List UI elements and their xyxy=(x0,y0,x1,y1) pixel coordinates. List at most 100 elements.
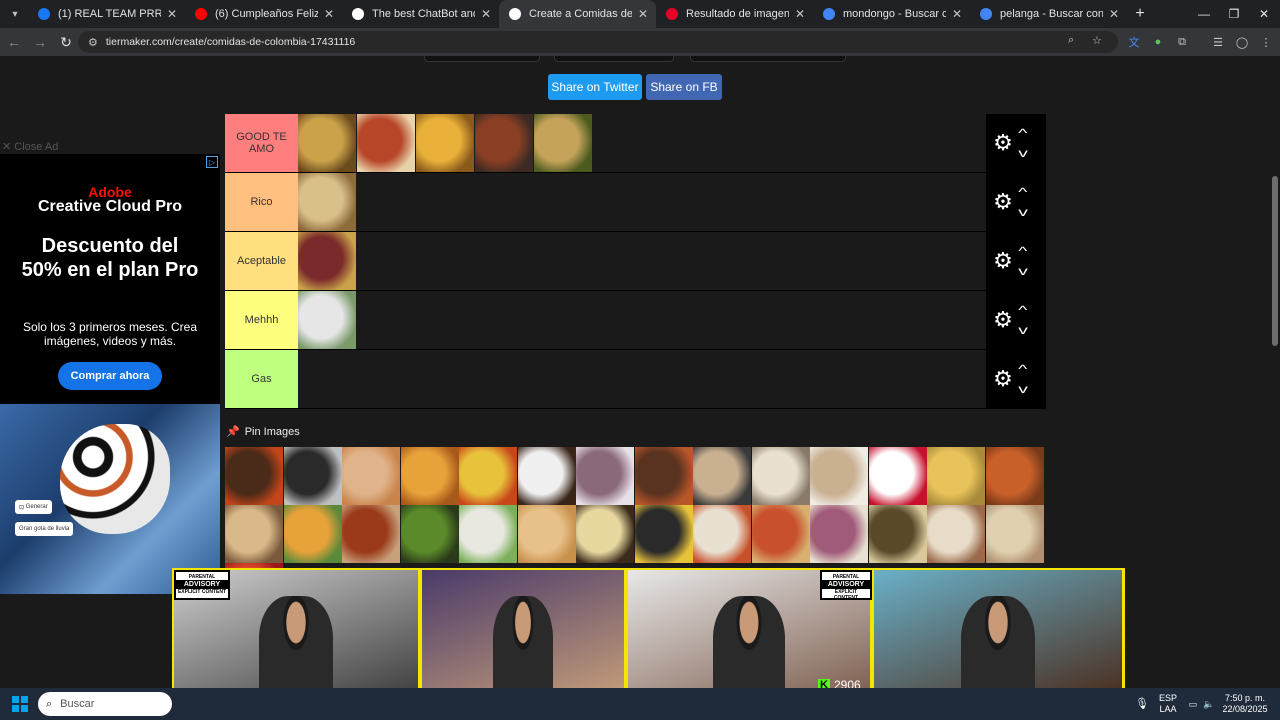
chevron-down-icon[interactable]: v xyxy=(1018,320,1028,340)
food-image[interactable] xyxy=(517,505,576,563)
gear-icon[interactable]: ⚙ xyxy=(988,307,1018,333)
food-image[interactable] xyxy=(534,114,592,172)
tier-items[interactable] xyxy=(298,173,986,231)
food-image[interactable] xyxy=(634,505,693,563)
food-image[interactable] xyxy=(693,505,751,563)
gear-icon[interactable]: ⚙ xyxy=(988,130,1018,156)
browser-tab[interactable]: (1) REAL TEAM PRRAS! | Facebo ✕ xyxy=(28,0,185,28)
ad-cta-button[interactable]: Comprar ahora xyxy=(58,362,162,390)
volume-icon[interactable]: 🔈 xyxy=(1202,688,1216,720)
chevron-up-icon[interactable]: ^ xyxy=(1018,300,1027,320)
adobe-ad[interactable]: ▷ Adobe Creative Cloud Pro Descuento del… xyxy=(0,154,220,594)
chevron-down-icon[interactable]: v xyxy=(1018,143,1028,163)
food-image[interactable] xyxy=(225,447,283,505)
chevron-up-icon[interactable]: ^ xyxy=(1018,359,1027,379)
browser-tab[interactable]: (6) Cumpleaños Feliz - Happy B ✕ xyxy=(185,0,342,28)
food-image[interactable] xyxy=(868,447,927,505)
food-image[interactable] xyxy=(400,447,459,505)
reload-button[interactable]: ↻ xyxy=(54,30,78,54)
tab-close-icon[interactable]: ✕ xyxy=(324,7,334,21)
minimize-button[interactable]: — xyxy=(1188,0,1220,28)
food-image[interactable] xyxy=(416,114,474,172)
tab-search-button[interactable]: ▾ xyxy=(2,3,28,25)
network-icon[interactable]: ▭ xyxy=(1186,688,1200,720)
gear-icon[interactable]: ⚙ xyxy=(988,366,1018,392)
food-image[interactable] xyxy=(298,114,356,172)
food-image[interactable] xyxy=(400,505,459,563)
browser-tab[interactable]: Create a Comidas de colombia ✕ xyxy=(499,0,656,28)
microphone-icon[interactable]: 🎙 xyxy=(1134,688,1150,720)
browser-tab[interactable]: Resultado de imagen de FRITA ✕ xyxy=(656,0,813,28)
food-image[interactable] xyxy=(868,505,927,563)
page-scrollbar[interactable] xyxy=(1270,56,1280,688)
food-image[interactable] xyxy=(810,505,868,563)
reading-list-icon[interactable]: ☰ xyxy=(1209,33,1227,51)
maximize-button[interactable]: ❐ xyxy=(1218,0,1250,28)
food-image[interactable] xyxy=(985,447,1044,505)
food-image[interactable] xyxy=(459,505,517,563)
language-indicator[interactable]: ESP LAA xyxy=(1154,688,1182,720)
gear-icon[interactable]: ⚙ xyxy=(988,189,1018,215)
address-bar[interactable]: ⚙ tiermaker.com/create/comidas-de-colomb… xyxy=(78,31,1118,53)
browser-menu-icon[interactable]: ⋮ xyxy=(1257,33,1275,51)
tier-items[interactable] xyxy=(298,291,986,349)
forward-button[interactable]: → xyxy=(28,30,52,54)
food-image[interactable] xyxy=(342,505,400,563)
food-image[interactable] xyxy=(751,505,810,563)
food-image[interactable] xyxy=(576,505,634,563)
food-image[interactable] xyxy=(927,505,985,563)
site-info-icon[interactable]: ⚙ xyxy=(88,36,98,49)
food-image[interactable] xyxy=(298,291,356,349)
profile-avatar-icon[interactable]: ◯ xyxy=(1233,33,1251,51)
tab-close-icon[interactable]: ✕ xyxy=(167,7,177,21)
browser-tab[interactable]: The best ChatBot and Widgets ✕ xyxy=(342,0,499,28)
food-image[interactable] xyxy=(298,173,356,231)
ad-choices-icon[interactable]: ▷ xyxy=(206,156,218,168)
share-twitter-button[interactable]: Share on Twitter xyxy=(548,74,642,100)
extension-green-icon[interactable]: ● xyxy=(1149,33,1167,51)
bookmark-star-icon[interactable]: ☆ xyxy=(1092,34,1102,47)
extensions-puzzle-icon[interactable]: ⧉ xyxy=(1173,33,1191,51)
food-image[interactable] xyxy=(283,505,342,563)
share-fb-button[interactable]: Share on FB xyxy=(646,74,722,100)
tab-close-icon[interactable]: ✕ xyxy=(795,7,805,21)
food-image[interactable] xyxy=(517,447,576,505)
food-image[interactable] xyxy=(475,114,533,172)
food-image[interactable] xyxy=(357,114,415,172)
food-image[interactable] xyxy=(342,447,400,505)
food-image[interactable] xyxy=(751,447,810,505)
scrollbar-thumb[interactable] xyxy=(1272,176,1278,346)
chevron-down-icon[interactable]: v xyxy=(1018,379,1028,399)
pin-images-header[interactable]: 📌 Pin Images xyxy=(226,425,300,439)
food-image[interactable] xyxy=(985,505,1044,563)
tier-label[interactable]: Gas xyxy=(225,350,298,408)
back-button[interactable]: ← xyxy=(2,30,26,54)
browser-tab[interactable]: pelanga - Buscar con Google ✕ xyxy=(970,0,1127,28)
gear-icon[interactable]: ⚙ xyxy=(988,248,1018,274)
chevron-down-icon[interactable]: v xyxy=(1018,202,1028,222)
tier-label[interactable]: GOOD TE AMO xyxy=(225,114,298,172)
windows-start-icon[interactable] xyxy=(12,696,28,712)
close-ad-button[interactable]: ✕ Close Ad xyxy=(2,140,58,153)
tab-close-icon[interactable]: ✕ xyxy=(638,7,648,21)
browser-tab[interactable]: mondongo - Buscar con Googl ✕ xyxy=(813,0,970,28)
tier-items[interactable] xyxy=(298,350,986,408)
chevron-up-icon[interactable]: ^ xyxy=(1018,182,1027,202)
tier-items[interactable] xyxy=(298,232,986,290)
tab-close-icon[interactable]: ✕ xyxy=(481,7,491,21)
taskbar-search[interactable]: ⌕ Buscar xyxy=(38,692,172,716)
food-image[interactable] xyxy=(283,447,342,505)
food-image[interactable] xyxy=(576,447,634,505)
translate-icon[interactable]: 文 xyxy=(1125,33,1143,51)
food-image[interactable] xyxy=(634,447,693,505)
tab-close-icon[interactable]: ✕ xyxy=(1109,7,1119,21)
chevron-down-icon[interactable]: v xyxy=(1018,261,1028,281)
chevron-up-icon[interactable]: ^ xyxy=(1018,123,1027,143)
food-image[interactable] xyxy=(298,232,356,290)
tier-label[interactable]: Mehhh xyxy=(225,291,298,349)
food-image[interactable] xyxy=(693,447,751,505)
tier-items[interactable] xyxy=(298,114,986,172)
food-image[interactable] xyxy=(927,447,985,505)
tab-close-icon[interactable]: ✕ xyxy=(952,7,962,21)
tier-label[interactable]: Aceptable xyxy=(225,232,298,290)
